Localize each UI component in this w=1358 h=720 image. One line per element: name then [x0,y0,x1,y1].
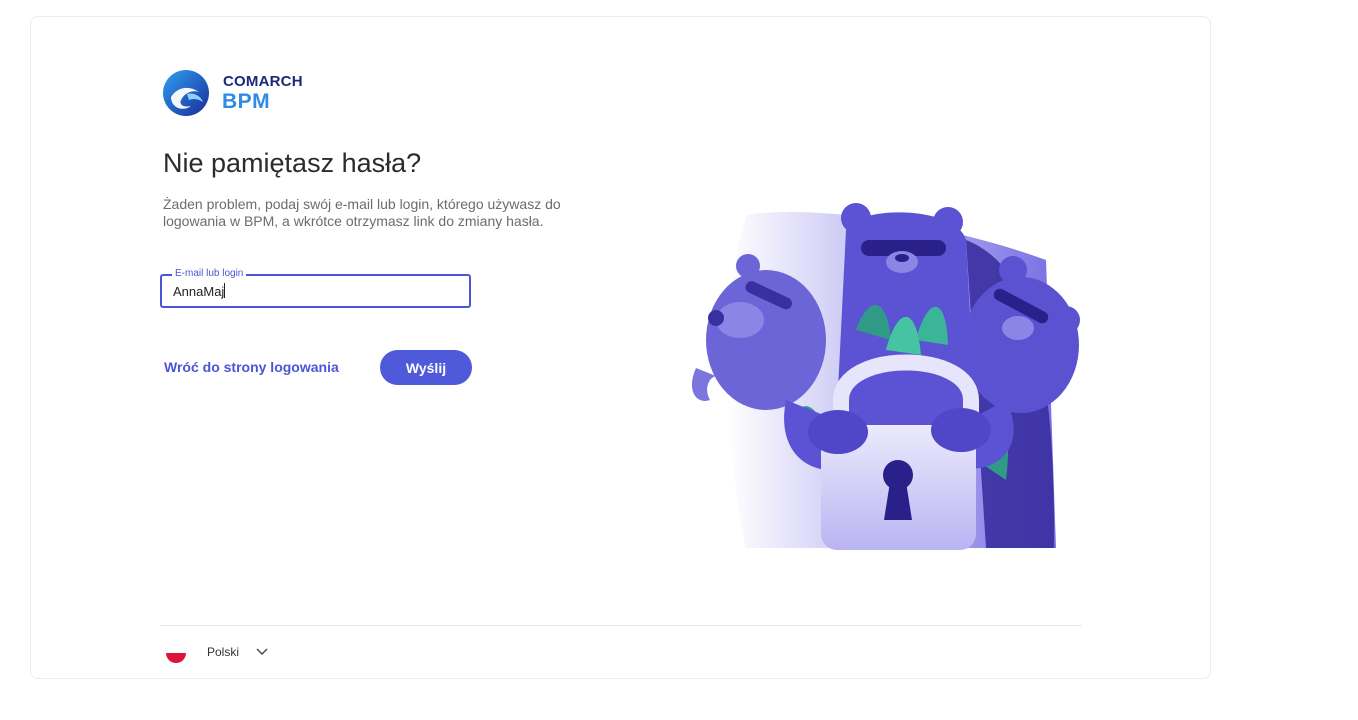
text-caret [224,283,225,298]
email-login-input[interactable] [173,282,453,300]
comarch-logo-icon [163,70,209,116]
bears-padlock-illustration [691,203,1080,550]
comarch-bpm-logo: COMARCH BPM [163,70,323,116]
email-login-field-label: E-mail lub login [172,268,247,280]
footer-divider [160,625,1082,626]
logo-product-name: BPM [222,90,271,113]
poland-flag-icon [166,643,186,663]
back-to-login-link[interactable]: Wróć do strony logowania [164,359,339,375]
page-description: Żaden problem, podaj swój e-mail lub log… [163,196,561,229]
language-selector[interactable]: Polski [166,641,286,663]
email-login-field[interactable]: E-mail lub login [160,268,471,308]
page-title: Nie pamiętasz hasła? [163,148,422,178]
language-label: Polski [207,645,240,659]
chevron-down-icon[interactable] [256,645,268,657]
send-button[interactable]: Wyślij [380,350,472,385]
logo-company-name: COMARCH [223,73,303,90]
